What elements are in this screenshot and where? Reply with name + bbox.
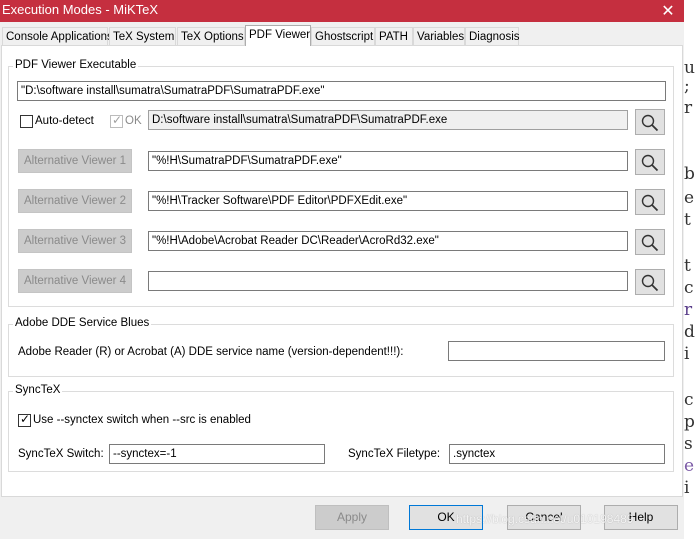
auto-detect-checkbox[interactable] [20, 115, 33, 128]
browse-alternative-1-button[interactable] [635, 149, 665, 175]
dde-service-label: Adobe Reader (R) or Acrobat (A) DDE serv… [18, 346, 404, 358]
bg-char: p [684, 412, 695, 432]
adobe-dde-group: Adobe DDE Service Blues Adobe Reader (R)… [8, 317, 674, 377]
tab-tex-options[interactable]: TeX Options [177, 27, 245, 45]
close-icon[interactable]: ✕ [658, 1, 678, 21]
synctex-group: SyncTeX ✓ Use --synctex switch when --sr… [8, 384, 674, 472]
bg-char: d [684, 322, 695, 342]
bg-char: r [684, 98, 693, 118]
title-bar: Execution Modes - MiKTeX ✕ [0, 0, 684, 22]
alternative-viewer-4-button: Alternative Viewer 4 [18, 269, 132, 293]
bg-char: s [684, 434, 693, 454]
search-icon [641, 234, 659, 252]
tab-diagnosis[interactable]: Diagnosis [465, 27, 520, 45]
window-title: Execution Modes - MiKTeX [2, 2, 159, 17]
bg-char: t [684, 256, 691, 276]
background-editor-text: u ; r b e t t c r d i c p s e i [684, 50, 696, 539]
synctex-switch-input[interactable]: --synctex=-1 [109, 444, 325, 464]
check-icon: ✓ [20, 412, 31, 426]
tab-console-applications[interactable]: Console Applications [2, 27, 113, 45]
bg-char: b [684, 164, 695, 184]
bg-char: e [684, 188, 695, 208]
group-title: SyncTeX [13, 384, 63, 396]
alternative-viewer-3-input[interactable]: "%!H\Adobe\Acrobat Reader DC\Reader\Acro… [148, 231, 628, 251]
bg-char: ; [684, 76, 690, 96]
bg-char: e [684, 456, 695, 476]
search-icon [641, 114, 659, 132]
tab-pdf-viewer[interactable]: PDF Viewer [245, 25, 311, 46]
tab-variables[interactable]: Variables [413, 27, 465, 45]
search-icon [641, 194, 659, 212]
tab-strip: Console Applications TeX System TeX Opti… [0, 25, 684, 46]
bg-char: c [684, 390, 694, 410]
dde-service-input[interactable] [448, 341, 665, 361]
alternative-viewer-2-button: Alternative Viewer 2 [18, 189, 132, 213]
detected-path-field: D:\software install\sumatra\SumatraPDF\S… [148, 110, 628, 130]
alternative-viewer-3-button: Alternative Viewer 3 [18, 229, 132, 253]
synctex-filetype-label: SyncTeX Filetype: [348, 448, 441, 460]
tab-path[interactable]: PATH [375, 27, 413, 45]
alternative-viewer-4-input[interactable] [148, 271, 628, 291]
search-icon [641, 274, 659, 292]
group-title: PDF Viewer Executable [13, 59, 139, 71]
use-synctex-label: Use --synctex switch when --src is enabl… [33, 414, 251, 426]
pdf-viewer-executable-input[interactable]: "D:\software install\sumatra\SumatraPDF\… [17, 81, 666, 101]
check-icon: ✓ [112, 113, 123, 127]
tab-ghostscript[interactable]: Ghostscript [311, 27, 375, 45]
synctex-switch-label: SyncTeX Switch: [18, 448, 104, 460]
bg-char: t [684, 210, 691, 230]
bg-char: c [684, 278, 694, 298]
apply-button: Apply [315, 505, 389, 530]
alternative-viewer-1-button: Alternative Viewer 1 [18, 149, 132, 173]
browse-alternative-2-button[interactable] [635, 189, 665, 215]
browse-detected-button[interactable] [635, 109, 665, 135]
auto-detect-label: Auto-detect [35, 115, 94, 127]
execution-modes-dialog: Execution Modes - MiKTeX ✕ Console Appli… [0, 0, 684, 539]
search-icon [641, 154, 659, 172]
use-synctex-checkbox[interactable]: ✓ [18, 412, 31, 427]
alternative-viewer-2-input[interactable]: "%!H\Tracker Software\PDF Editor\PDFXEdi… [148, 191, 628, 211]
tab-tex-system[interactable]: TeX System [109, 27, 176, 45]
ok-checkbox: ✓ [110, 113, 123, 128]
synctex-filetype-input[interactable]: .synctex [449, 444, 665, 464]
browse-alternative-3-button[interactable] [635, 229, 665, 255]
group-title: Adobe DDE Service Blues [13, 317, 152, 329]
pdf-viewer-group: PDF Viewer Executable "D:\software insta… [8, 59, 674, 307]
browse-alternative-4-button[interactable] [635, 269, 665, 295]
alternative-viewer-1-input[interactable]: "%!H\SumatraPDF\SumatraPDF.exe" [148, 151, 628, 171]
bg-char: i [684, 344, 690, 364]
bg-char: u [684, 58, 695, 78]
bg-char: i [684, 478, 690, 498]
tab-panel: PDF Viewer Executable "D:\software insta… [1, 45, 683, 497]
bg-char: r [684, 300, 693, 320]
ok-label: OK [125, 115, 142, 127]
watermark-text: https://blog.csdn.net/u010198489 [456, 512, 634, 526]
